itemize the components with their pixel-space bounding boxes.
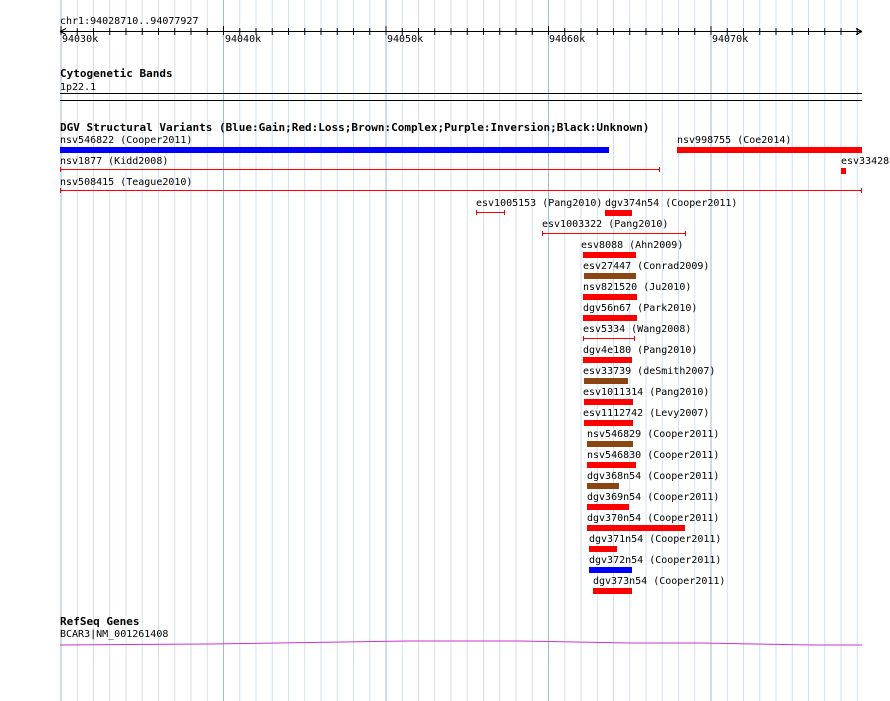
variant-bar [584, 399, 633, 405]
variant-bar [677, 147, 862, 153]
variant-bar [589, 546, 617, 552]
variant-bar [841, 168, 846, 174]
variant-bar [583, 252, 636, 258]
variant-bar [593, 588, 632, 594]
variant-bar [584, 420, 633, 426]
track-glyphs [59, 26, 863, 646]
variant-bar [583, 294, 637, 300]
variant-bar [605, 210, 632, 216]
variant-bar [587, 483, 619, 489]
gene-line [59, 640, 862, 646]
variant-bar [587, 504, 629, 510]
variant-bar [587, 525, 685, 531]
variant-bar [583, 315, 637, 321]
variant-bar [589, 567, 632, 573]
variant-bar [60, 147, 609, 153]
variant-bar [583, 357, 632, 363]
variant-bar [584, 378, 628, 384]
variant-bar [584, 273, 636, 279]
variant-bar [587, 462, 636, 468]
variant-bar [587, 441, 633, 447]
